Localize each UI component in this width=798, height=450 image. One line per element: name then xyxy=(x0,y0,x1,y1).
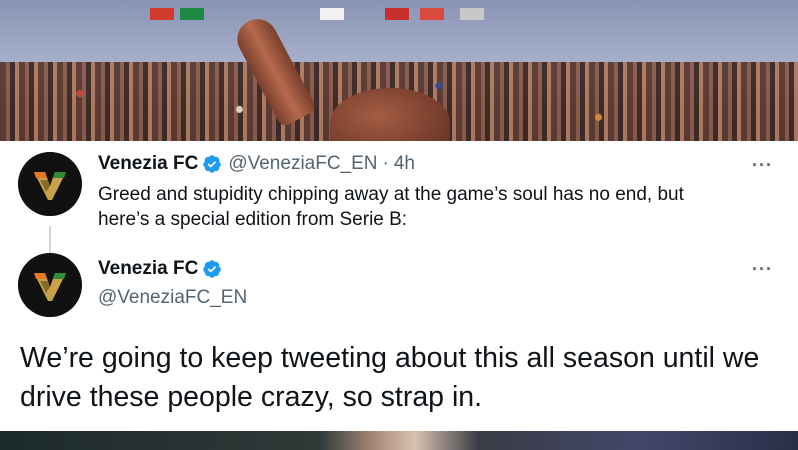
verified-badge-icon xyxy=(202,259,222,279)
author-handle[interactable]: @VeneziaFC_EN xyxy=(228,153,377,175)
venezia-logo xyxy=(18,253,82,317)
verified-badge-icon xyxy=(202,154,222,174)
flag xyxy=(320,8,344,20)
quoted-author-name[interactable]: Venezia FC xyxy=(98,258,198,280)
quoted-author-avatar[interactable] xyxy=(18,253,82,317)
background-photo-top xyxy=(0,0,798,141)
flag xyxy=(460,8,484,20)
thread-connector xyxy=(49,226,51,254)
more-options-icon[interactable]: ··· xyxy=(752,155,773,176)
separator: · xyxy=(382,153,389,174)
background-photo-bottom xyxy=(0,431,798,450)
tweet-header: Venezia FC @VeneziaFC_EN · 4h xyxy=(98,153,415,175)
tweet-card[interactable]: Venezia FC @VeneziaFC_EN · 4h ··· Greed … xyxy=(0,141,798,431)
flag xyxy=(180,8,204,20)
quoted-author-handle[interactable]: @VeneziaFC_EN xyxy=(98,287,247,309)
flag xyxy=(385,8,409,20)
tweet-time[interactable]: 4h xyxy=(394,153,415,175)
venezia-logo xyxy=(18,152,82,216)
quoted-tweet-header: Venezia FC xyxy=(98,258,222,280)
flag xyxy=(420,8,444,20)
more-options-icon[interactable]: ··· xyxy=(752,259,773,280)
quoted-tweet-text: We’re going to keep tweeting about this … xyxy=(20,342,760,413)
flag xyxy=(150,8,174,20)
author-name[interactable]: Venezia FC xyxy=(98,153,198,175)
tweet-text: Greed and stupidity chipping away at the… xyxy=(98,184,684,230)
author-avatar[interactable] xyxy=(18,152,82,216)
